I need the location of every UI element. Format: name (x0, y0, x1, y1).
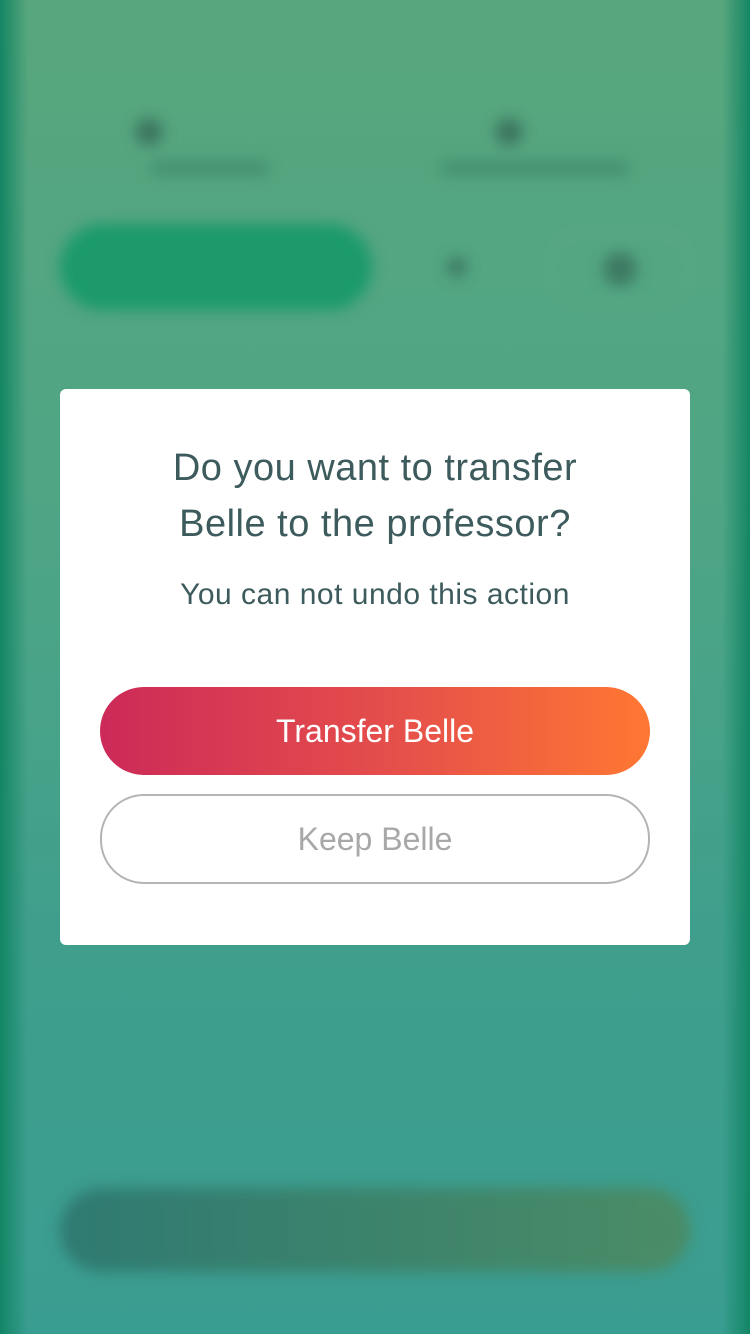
dialog-title-line-1: Do you want to transfer (172, 447, 578, 489)
background-detail-row (60, 1052, 690, 1092)
background-stat-icon (135, 118, 163, 146)
background-edge-shade (722, 0, 750, 1334)
keep-button[interactable]: Keep Belle (100, 794, 650, 884)
background-pill-icon (447, 257, 467, 277)
background-bottom-button (60, 1188, 690, 1272)
background-edge-shade (0, 0, 28, 1334)
dialog-title: Do you want to transfer Belle to the pro… (100, 440, 650, 552)
background-pill-icon (603, 252, 637, 286)
background-stat-left (135, 112, 163, 152)
dialog-subtitle: You can not undo this action (180, 578, 570, 611)
background-secondary-pill (548, 232, 692, 306)
background-stat-right (495, 112, 523, 152)
background-stat-left-caption (150, 160, 270, 176)
background-stat-right-caption (440, 160, 630, 176)
background-stat-icon (495, 118, 523, 146)
transfer-button[interactable]: Transfer Belle (100, 687, 650, 775)
background-primary-pill (60, 224, 372, 310)
transfer-confirm-dialog: Do you want to transfer Belle to the pro… (60, 389, 690, 945)
background-secondary-pill (392, 232, 522, 302)
dialog-title-line-2: Belle to the professor? (179, 503, 571, 545)
